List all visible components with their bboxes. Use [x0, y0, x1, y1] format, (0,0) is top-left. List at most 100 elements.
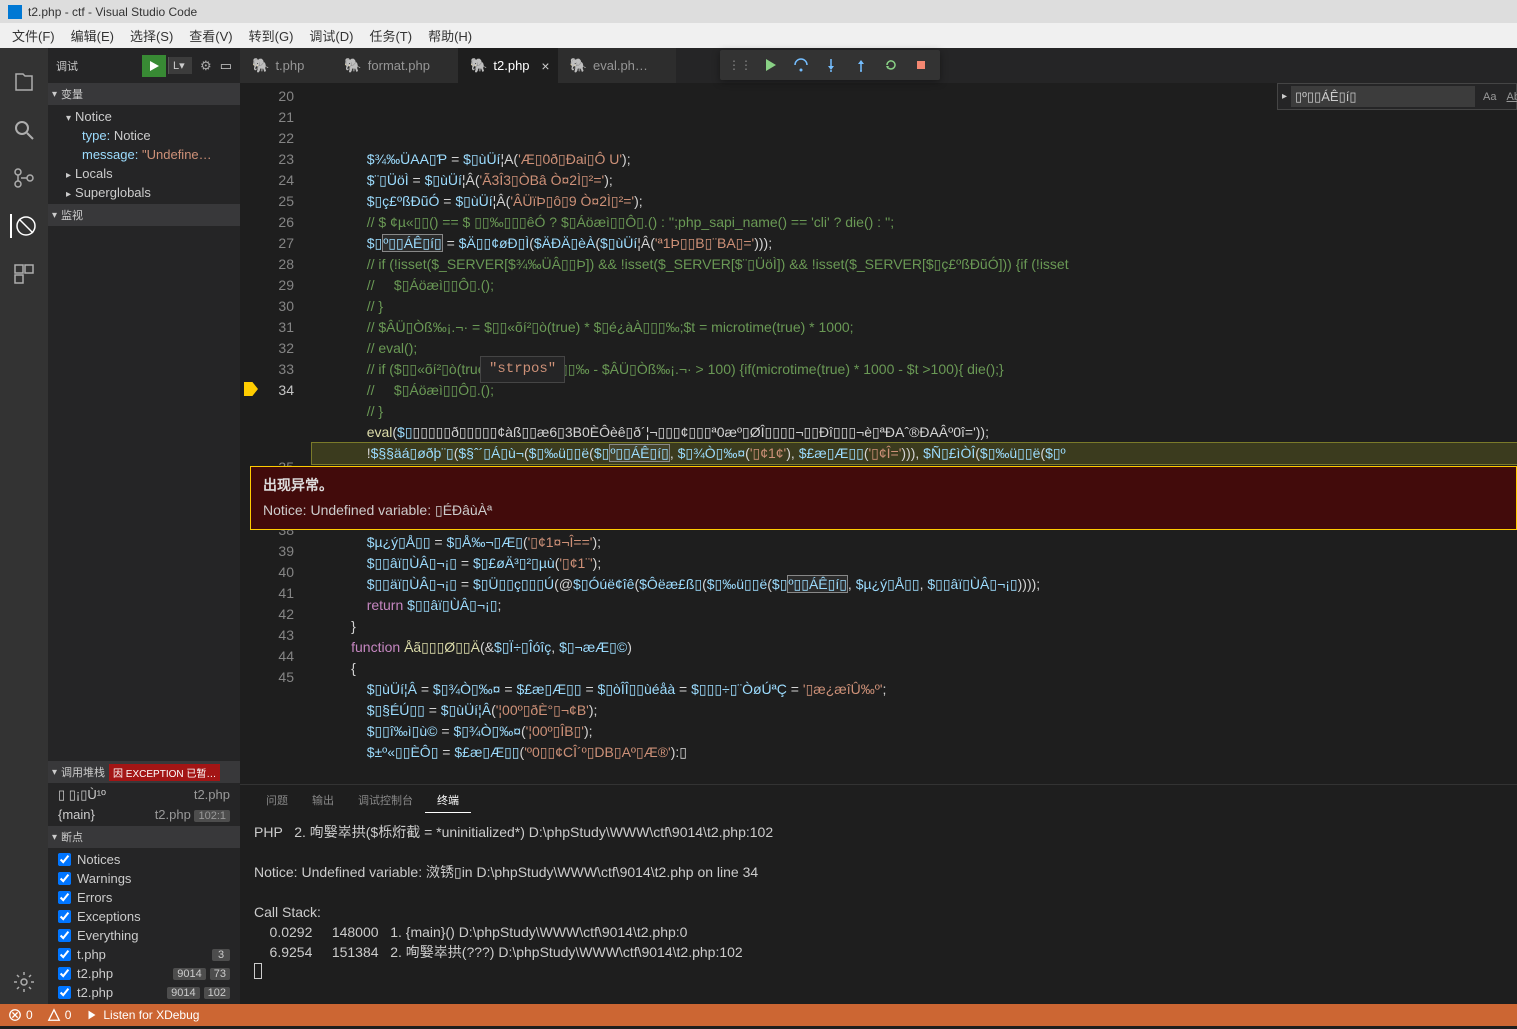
- breakpoint-checkbox[interactable]: [58, 910, 71, 923]
- code-line[interactable]: // $ ¢µ«▯▯() == $ ▯▯‰▯▯▯êÓ ? $▯Áöæì▯▯Ô▯.…: [312, 212, 1517, 233]
- step-into-button[interactable]: [818, 52, 844, 78]
- debug-icon[interactable]: [10, 214, 34, 238]
- code-line[interactable]: // if (!isset($_SERVER[$¾‰ÜÂ▯▯Þ]) && !is…: [312, 254, 1517, 275]
- find-input[interactable]: [1291, 86, 1475, 107]
- breakpoint-checkbox[interactable]: [58, 929, 71, 942]
- menubar[interactable]: 文件(F) 编辑(E) 选择(S) 查看(V) 转到(G) 调试(D) 任务(T…: [0, 23, 1517, 48]
- callstack-frame[interactable]: {main} t2.php 102:1: [48, 805, 240, 824]
- code-line[interactable]: eval($▯▯▯▯▯▯ð▯▯▯▯▯¢àß▯▯æ6▯3B0ÈÔèê▯ð´¦¬▯▯…: [312, 422, 1517, 443]
- code-line[interactable]: $¾‰ÜAA▯Ƥ = $▯ùÜí¦A('Æ▯0ð▯Ðai▯Ô U');: [312, 149, 1517, 170]
- line-number[interactable]: 25: [240, 191, 294, 212]
- menu-debug[interactable]: 调试(D): [301, 24, 361, 47]
- scm-icon[interactable]: [12, 166, 36, 190]
- start-debug-button[interactable]: [142, 55, 166, 77]
- step-out-button[interactable]: [848, 52, 874, 78]
- extensions-icon[interactable]: [12, 262, 36, 286]
- debug-config-dropdown[interactable]: L▾: [168, 57, 192, 74]
- breakpoint-checkbox[interactable]: [58, 948, 71, 961]
- breakpoint-checkbox[interactable]: [58, 967, 71, 980]
- breakpoint-checkbox[interactable]: [58, 891, 71, 904]
- close-icon[interactable]: ×: [541, 58, 549, 74]
- panel-tab-debugconsole[interactable]: 调试控制台: [346, 788, 425, 812]
- variables-section-header[interactable]: 变量: [48, 83, 240, 105]
- line-number[interactable]: 39: [240, 541, 294, 562]
- line-number[interactable]: 40: [240, 562, 294, 583]
- menu-file[interactable]: 文件(F): [4, 24, 63, 47]
- breakpoint-checkbox[interactable]: [58, 853, 71, 866]
- breakpoint-checkbox[interactable]: [58, 986, 71, 999]
- code-line[interactable]: function Åã▯▯▯Ø▯▯Ä(&$▯Ï÷▯Îóîç, $▯¬æÆ▯©): [312, 637, 1517, 658]
- editor-tab[interactable]: 🐘eval.ph…: [558, 48, 676, 83]
- code-line[interactable]: $▯▯âï▯ÙÂ▯¬¡▯ = $▯£øÄ³▯²▯µù('▯¢1¨');: [312, 553, 1517, 574]
- step-over-button[interactable]: [788, 52, 814, 78]
- code-line[interactable]: $¨▯ÜöÌ = $▯ùÜí¦Â('Ã3Î3▯ÒBâ Ò¤2Ì▯²=');: [312, 170, 1517, 191]
- breakpoint-item[interactable]: Everything: [48, 926, 240, 945]
- menu-help[interactable]: 帮助(H): [420, 24, 480, 47]
- breakpoint-item[interactable]: Exceptions: [48, 907, 240, 926]
- debug-console-icon[interactable]: ▭: [220, 58, 232, 74]
- status-errors[interactable]: 0: [8, 1008, 33, 1022]
- variables-superglobals[interactable]: Superglobals: [48, 183, 240, 202]
- line-number[interactable]: 44: [240, 646, 294, 667]
- status-xdebug[interactable]: Listen for XDebug: [85, 1008, 199, 1022]
- code-line[interactable]: $µ¿ý▯Å▯▯ = $▯Å‰¬▯Æ▯('▯¢1¤¬Î==');: [312, 532, 1517, 553]
- code-line[interactable]: return $▯▯âï▯ÙÂ▯¬¡▯;: [312, 595, 1517, 616]
- line-number[interactable]: 30: [240, 296, 294, 317]
- code-line[interactable]: }: [312, 616, 1517, 637]
- menu-view[interactable]: 查看(V): [181, 24, 240, 47]
- breakpoint-item[interactable]: t2.php9014102: [48, 983, 240, 1002]
- variables-locals[interactable]: Locals: [48, 164, 240, 183]
- breakpoints-section-header[interactable]: 断点: [48, 826, 240, 848]
- breakpoint-item[interactable]: Errors: [48, 888, 240, 907]
- code-line[interactable]: // $ÂÜ▯Òß‰¡.¬· = $▯▯«õí²▯ò(true) * $▯é¿à…: [312, 317, 1517, 338]
- editor-tab[interactable]: 🐘format.php: [332, 48, 458, 83]
- code-line[interactable]: $▯ç£ºßÐũÓ = $▯ùÜí¦Â('ÂÜïÞ▯ô▯9 Ò¤2Ì▯²=');: [312, 191, 1517, 212]
- status-warnings[interactable]: 0: [47, 1008, 72, 1022]
- code-line[interactable]: // $▯Áöæì▯▯Ô▯.();: [312, 380, 1517, 401]
- watch-section-header[interactable]: 监视: [48, 204, 240, 226]
- breakpoint-item[interactable]: t2.php901473: [48, 964, 240, 983]
- menu-tasks[interactable]: 任务(T): [361, 24, 420, 47]
- menu-select[interactable]: 选择(S): [122, 24, 181, 47]
- line-number[interactable]: 23: [240, 149, 294, 170]
- toolbar-drag-handle[interactable]: ⋮⋮: [724, 58, 756, 72]
- code-line[interactable]: // }: [312, 296, 1517, 317]
- breakpoint-item[interactable]: t.php3: [48, 945, 240, 964]
- debug-settings-icon[interactable]: ⚙: [200, 58, 212, 74]
- line-number[interactable]: 41: [240, 583, 294, 604]
- code-line[interactable]: $▯▯äï▯ÙÂ▯¬¡▯ = $▯Ü▯▯ç▯▯▯Ú(@$▯Óúë¢îê($Ôëæ…: [312, 574, 1517, 595]
- debug-toolbar[interactable]: ⋮⋮: [720, 50, 940, 80]
- code-line[interactable]: $▯§ÉÚ▯▯ = $▯ùÜí¦Â('¦00º▯ðÈ°▯¬¢B');: [312, 700, 1517, 721]
- restart-button[interactable]: [878, 52, 904, 78]
- line-number[interactable]: 29: [240, 275, 294, 296]
- code-line[interactable]: $▯º▯▯ÁÊ▯í▯ = $Ä▯▯¢øÐ▯Ì($ÄÐÄ▯èÀ($▯ùÜí¦Â('…: [312, 233, 1517, 254]
- line-number[interactable]: 42: [240, 604, 294, 625]
- editor-tab[interactable]: 🐘t.php: [240, 48, 332, 83]
- line-number[interactable]: 28: [240, 254, 294, 275]
- continue-button[interactable]: [758, 52, 784, 78]
- breakpoint-item[interactable]: Warnings: [48, 869, 240, 888]
- line-number[interactable]: 26: [240, 212, 294, 233]
- callstack-section-header[interactable]: 调用堆栈 因 EXCEPTION 已暂…: [48, 761, 240, 783]
- breakpoint-item[interactable]: Notices: [48, 850, 240, 869]
- code-line[interactable]: $±º«▯▯ÈÔ▯ = $£æ▯Æ▯▯('º0▯▯¢CÎ´º▯DB▯Aº▯Æ®'…: [312, 742, 1517, 763]
- menu-edit[interactable]: 编辑(E): [63, 24, 122, 47]
- line-number[interactable]: 43: [240, 625, 294, 646]
- whole-word-icon[interactable]: Ab: [1503, 89, 1517, 105]
- line-number[interactable]: 45: [240, 667, 294, 688]
- code-line[interactable]: {: [312, 658, 1517, 679]
- match-case-icon[interactable]: Aa: [1479, 89, 1500, 105]
- stop-button[interactable]: [908, 52, 934, 78]
- code-line[interactable]: $▯ùÜí¦Â = $▯¾Ò▯‰¤ = $£æ▯Æ▯▯ = $▯òÎÎ▯▯ùéå…: [312, 679, 1517, 700]
- breakpoint-checkbox[interactable]: [58, 872, 71, 885]
- line-number[interactable]: 32: [240, 338, 294, 359]
- panel-tab-terminal[interactable]: 终端: [425, 788, 471, 813]
- code-line[interactable]: // }: [312, 401, 1517, 422]
- find-widget[interactable]: ▸ Aa Ab .*: [1277, 83, 1517, 110]
- code-line[interactable]: !$§§äá▯øðþ¨▯($§ˆ´▯Á▯ù¬($▯‰ü▯▯ë($▯º▯▯ÁÊ▯í…: [312, 443, 1517, 464]
- editor-tab[interactable]: 🐘t2.php×: [458, 48, 558, 83]
- callstack-frame[interactable]: ▯ ▯¡▯Ù¹º t2.php: [48, 785, 240, 805]
- settings-icon[interactable]: [12, 970, 36, 994]
- panel-tab-problems[interactable]: 问题: [254, 788, 300, 812]
- code-line[interactable]: // $▯Áöæì▯▯Ô▯.();: [312, 275, 1517, 296]
